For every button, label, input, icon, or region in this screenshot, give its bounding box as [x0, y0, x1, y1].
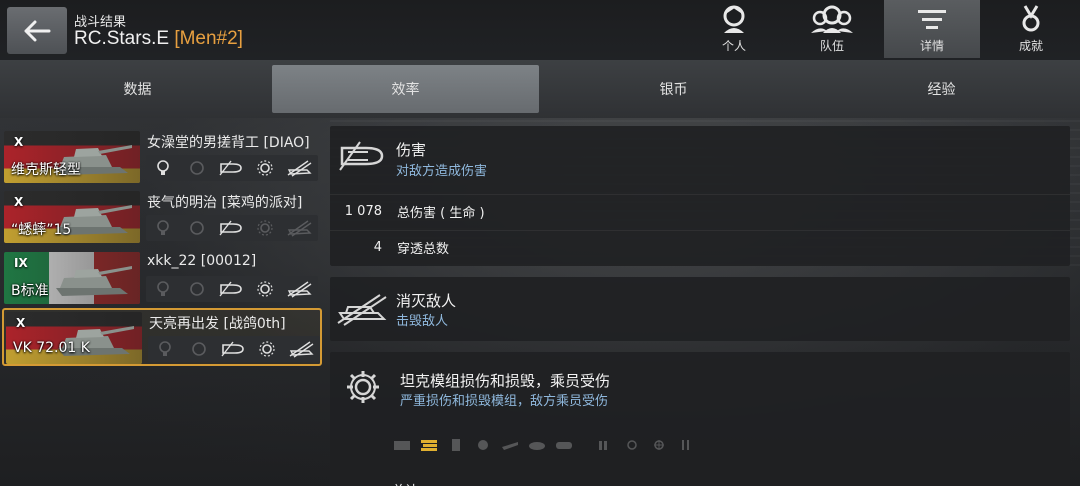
fuel-tank-icon — [446, 438, 466, 452]
stat-value: 4 — [373, 240, 382, 255]
assist-icon — [182, 336, 216, 362]
track-icon — [554, 438, 574, 452]
player-title: RC.Stars.E [Men#2] — [74, 28, 243, 50]
tank-tier: X — [14, 195, 24, 209]
tank-name: B标准 — [11, 283, 49, 299]
modules-subtitle: 严重损伤和损毁模组，敌方乘员受伤 — [400, 394, 609, 409]
personal-icon — [723, 5, 745, 33]
modules-title: 坦克模组损伤和损毁，乘员受伤 — [400, 372, 611, 390]
kills-panel: 消灭敌人 击毁敌人 — [330, 277, 1070, 341]
tab-bar: 数据 效率 银币 经验 — [0, 60, 1080, 118]
clan-tag: [Men#2] — [174, 28, 243, 49]
nav-label: 详情 — [919, 39, 944, 53]
damage-shell-icon — [216, 336, 250, 362]
ammo-rack-icon — [419, 438, 439, 452]
damage-shell-icon — [214, 155, 248, 181]
module-damage-icon — [248, 215, 282, 241]
module-damage-icon — [248, 155, 282, 181]
top-bar: 战斗结果 RC.Stars.E [Men#2] 个人 队伍 详情 成就 — [0, 0, 1080, 60]
kill-icon — [282, 215, 316, 241]
tank-name: VK 72.01 K — [13, 340, 90, 356]
modules-panel: 坦克模组损伤和损毁，乘员受伤 严重损伤和损毁模组，敌方乘员受伤 总计 — [330, 352, 1070, 486]
modules-total-label: 总计 — [392, 480, 418, 486]
module-damage-icon — [250, 336, 284, 362]
tank-tier: X — [16, 316, 26, 330]
stat-value: 1 078 — [344, 204, 382, 219]
spot-bulb-icon — [146, 155, 180, 181]
nav-label: 队伍 — [819, 39, 844, 53]
player-row[interactable]: IX B标准 xkk_22 [00012] — [2, 250, 322, 308]
tank-tier: X — [14, 135, 24, 149]
tank-name: “蟋蟀”15 — [11, 222, 72, 238]
spot-bulb-icon — [146, 276, 180, 302]
team-icon — [811, 5, 853, 33]
spot-bulb-icon — [146, 215, 180, 241]
nav-team[interactable]: 队伍 — [784, 0, 880, 58]
shell-icon — [339, 141, 384, 171]
stat-label: 总伤害 ( 生命 ) — [397, 206, 485, 221]
stat-label: 穿透总数 — [397, 242, 450, 257]
nav-details[interactable]: 详情 — [884, 0, 980, 58]
player-name: xkk_22 [00012] — [147, 253, 257, 269]
module-damage-icon — [248, 276, 282, 302]
loader-icon — [676, 438, 696, 452]
efficiency-badges — [146, 155, 318, 181]
tank-icon — [56, 266, 132, 296]
efficiency-badges — [146, 215, 318, 241]
module-icon-row — [392, 438, 696, 452]
tab-efficiency[interactable]: 效率 — [272, 65, 539, 113]
radio-icon — [473, 438, 493, 452]
achievements-icon — [1022, 5, 1040, 32]
efficiency-badges — [148, 336, 320, 362]
gun-icon — [500, 438, 520, 452]
stat-row: 1 078 总伤害 ( 生命 ) — [330, 194, 1070, 228]
player-name: 女澡堂的男搓背工 [DIAO] — [147, 135, 310, 151]
spot-bulb-icon — [148, 336, 182, 362]
details-icon — [918, 10, 946, 29]
kills-title: 消灭敌人 — [396, 292, 457, 310]
player-name: 天亮再出发 [战鸽0th] — [149, 316, 286, 332]
engine-icon — [392, 438, 412, 452]
crew-icon — [595, 438, 615, 452]
nav-achievements[interactable]: 成就 — [983, 0, 1079, 58]
turret-icon — [527, 438, 547, 452]
player-row[interactable]: X 维克斯轻型 女澡堂的男搓背工 [DIAO] — [2, 129, 322, 187]
assist-icon — [180, 155, 214, 181]
driver-icon — [649, 438, 669, 452]
kill-icon — [282, 155, 316, 181]
player-row[interactable]: X “蟋蟀”15 丧气的明治 [菜鸡的派对] — [2, 189, 322, 247]
destroyed-tank-icon — [337, 294, 387, 326]
back-arrow-icon — [24, 20, 51, 41]
gunner-icon — [622, 438, 642, 452]
assist-icon — [180, 276, 214, 302]
nav-personal[interactable]: 个人 — [686, 0, 782, 58]
back-button[interactable] — [7, 7, 67, 54]
tab-data[interactable]: 数据 — [4, 65, 271, 113]
tab-experience[interactable]: 经验 — [808, 65, 1075, 113]
nation-flag — [6, 312, 142, 364]
efficiency-badges — [146, 276, 318, 302]
stat-row: 4 穿透总数 — [330, 230, 1070, 264]
player-row[interactable]: X VK 72.01 K 天亮再出发 [战鸽0th] — [2, 308, 322, 366]
nav-label: 个人 — [721, 39, 746, 53]
nav-label: 成就 — [1018, 39, 1043, 53]
damage-shell-icon — [214, 276, 248, 302]
player-name: RC.Stars.E — [74, 28, 170, 49]
player-name: 丧气的明治 [菜鸡的派对] — [147, 195, 303, 211]
damage-panel: 伤害 对敌方造成伤害 1 078 总伤害 ( 生命 ) 4 穿透总数 — [330, 126, 1070, 266]
module-gear-icon — [347, 371, 379, 403]
assist-icon — [180, 215, 214, 241]
tank-name: 维克斯轻型 — [11, 162, 81, 178]
kill-icon — [282, 276, 316, 302]
damage-shell-icon — [214, 215, 248, 241]
kill-icon — [284, 336, 318, 362]
kills-subtitle: 击毁敌人 — [396, 314, 449, 329]
tab-credits[interactable]: 银币 — [540, 65, 807, 113]
damage-subtitle: 对敌方造成伤害 — [396, 164, 488, 179]
damage-title: 伤害 — [396, 141, 427, 159]
tank-tier: IX — [14, 256, 28, 270]
